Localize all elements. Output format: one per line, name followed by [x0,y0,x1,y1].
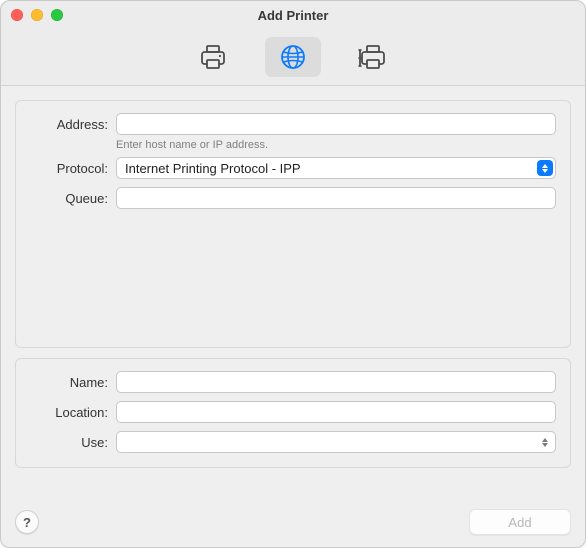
help-icon: ? [23,515,31,530]
location-input[interactable] [116,401,556,423]
address-input[interactable] [116,113,556,135]
use-label: Use: [30,435,116,450]
globe-icon [279,43,307,71]
use-select[interactable] [116,431,556,453]
connection-panel: Address: Enter host name or IP address. … [15,100,571,348]
window-title: Add Printer [258,8,329,23]
name-label: Name: [30,375,116,390]
add-printer-window: Add Printer [0,0,586,548]
titlebar: Add Printer [1,1,585,29]
network-printer-icon [358,44,388,70]
updown-arrows-icon [537,160,553,176]
tab-ip[interactable] [265,37,321,77]
protocol-label: Protocol: [30,161,116,176]
address-label: Address: [30,117,116,132]
updown-arrows-icon [537,434,553,450]
address-hint: Enter host name or IP address. [116,139,268,151]
tab-default[interactable] [185,37,241,77]
protocol-value: Internet Printing Protocol - IPP [125,161,301,176]
protocol-select[interactable]: Internet Printing Protocol - IPP [116,157,556,179]
details-panel: Name: Location: Use: [15,358,571,468]
add-button[interactable]: Add [469,509,571,535]
printer-type-toolbar [1,29,585,86]
help-button[interactable]: ? [15,510,39,534]
queue-label: Queue: [30,191,116,206]
dialog-body: Address: Enter host name or IP address. … [1,86,585,547]
close-window-button[interactable] [11,9,23,21]
zoom-window-button[interactable] [51,9,63,21]
location-label: Location: [30,405,116,420]
window-controls [11,9,63,21]
add-button-label: Add [508,515,531,530]
tab-windows[interactable] [345,37,401,77]
name-input[interactable] [116,371,556,393]
dialog-footer: ? Add [15,509,571,535]
queue-input[interactable] [116,187,556,209]
minimize-window-button[interactable] [31,9,43,21]
printer-icon [199,44,227,70]
